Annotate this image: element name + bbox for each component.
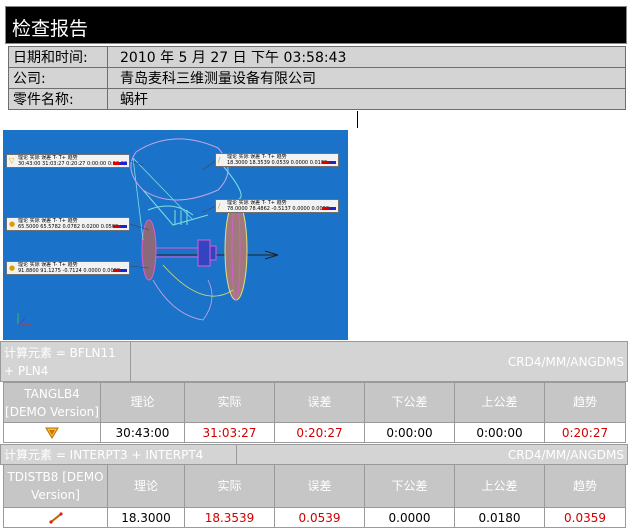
measurement-header-row: TANGLB4 [DEMO Version] 理论 实际 误差 下公差 上公差 … [3,382,626,423]
col-upper-tol: 上公差 [454,464,545,508]
calc-element-formula: 计算元素 = INTERPT3 + INTERPT4 [0,444,237,465]
col-lower-tol: 下公差 [364,464,455,508]
feature-icon-cell [3,422,101,443]
date-value: 2010 年 5 月 27 日 下午 03:58:43 [107,46,626,68]
feature-name: TANGLB4 [DEMO Version] [3,382,101,423]
trend-value: 0:20:27 [544,422,626,443]
calc-element-formula: 计算元素 = BFLN11 + PLN4 [0,341,131,382]
col-nominal: 理论 [100,382,185,423]
triangle-down-icon [45,427,59,439]
col-nominal: 理论 [107,464,185,508]
date-label: 日期和时间: [8,46,108,68]
measurement-value-row: 18.3000 18.3539 0.0539 0.0000 0.0180 0.0… [3,507,626,528]
measurement-table-2: TDISTB8 [DEMO Version] 理论 实际 误差 下公差 上公差 … [3,464,626,528]
segment-icon: ∕ [218,156,221,164]
deviation-value: 0.0539 [274,507,365,528]
nominal-value: 30:43:00 [100,422,185,443]
col-measured: 实际 [184,464,275,508]
lower-tol-value: 0:00:00 [364,422,455,443]
info-row-part: 零件名称: 蜗杆 [8,88,626,110]
col-trend: 趋势 [544,382,626,423]
measurement-table-1: TANGLB4 [DEMO Version] 理论 实际 误差 下公差 上公差 … [3,382,626,443]
segment-icon: ∕ [218,202,221,210]
company-value: 青岛麦科三维测量设备有限公司 [107,67,626,89]
part-name-value: 蜗杆 [107,88,626,110]
report-title: 检查报告 [12,18,89,40]
col-lower-tol: 下公差 [364,382,455,423]
info-row-date: 日期和时间: 2010 年 5 月 27 日 下午 03:58:43 [8,46,626,68]
col-trend: 趋势 [544,464,626,508]
calc-element-units: CRD4/MM/ANGDMS [130,341,628,382]
feature-name: TDISTB8 [DEMO Version] [3,464,108,508]
info-row-company: 公司: 青岛麦科三维测量设备有限公司 [8,67,626,89]
company-label: 公司: [8,67,108,89]
calc-element-row-1: 计算元素 = BFLN11 + PLN4 CRD4/MM/ANGDMS [0,341,628,382]
cad-view-image: ▽ 理论 实际 误差 T- T+ 趋势 30:43:00 31:03:27 0:… [3,130,348,340]
trend-bar [113,269,127,272]
measured-value: 18.3539 [184,507,275,528]
segment-icon [48,511,63,524]
cad-label-distance: ∕ 理论 实际 误差 T- T+ 趋势 78.0000 78.4862 -0.5… [215,199,339,213]
trend-bar [322,161,336,164]
deviation-value: 0:20:27 [274,422,365,443]
col-upper-tol: 上公差 [454,382,545,423]
text-cursor [357,111,358,128]
calc-element-units: CRD4/MM/ANGDMS [236,444,628,465]
cad-label-tdistb8: ∕ 理论 实际 误差 T- T+ 趋势 18.3000 18.3539 0.05… [215,153,339,167]
report-info-table: 日期和时间: 2010 年 5 月 27 日 下午 03:58:43 公司: 青… [8,46,626,110]
upper-tol-value: 0.0180 [454,507,545,528]
upper-tol-value: 0:00:00 [454,422,545,443]
cad-label-circle-2: ● 理论 实际 误差 T- T+ 趋势 91.8800 91.1275 -0.7… [6,261,130,275]
circle-icon: ● [9,264,16,272]
measured-value: 31:03:27 [184,422,275,443]
measurement-header-row: TDISTB8 [DEMO Version] 理论 实际 误差 下公差 上公差 … [3,464,626,508]
triangle-down-icon: ▽ [9,157,15,165]
nominal-value: 18.3000 [107,507,185,528]
trend-bar [113,225,127,228]
circle-icon: ● [9,220,16,228]
col-deviation: 误差 [274,382,365,423]
measurement-value-row: 30:43:00 31:03:27 0:20:27 0:00:00 0:00:0… [3,422,626,443]
cad-label-circle-1: ● 理论 实际 误差 T- T+ 趋势 65.5000 65.5782 0.07… [6,217,130,231]
col-deviation: 误差 [274,464,365,508]
report-title-bar: 检查报告 [5,6,627,44]
col-measured: 实际 [184,382,275,423]
feature-icon-cell [3,507,108,528]
trend-bar [322,207,336,210]
calc-element-row-2: 计算元素 = INTERPT3 + INTERPT4 CRD4/MM/ANGDM… [0,444,628,465]
trend-bar [113,162,127,165]
cad-label-tanglb4: ▽ 理论 实际 误差 T- T+ 趋势 30:43:00 31:03:27 0:… [6,154,130,168]
part-name-label: 零件名称: [8,88,108,110]
lower-tol-value: 0.0000 [364,507,455,528]
trend-value: 0.0359 [544,507,626,528]
